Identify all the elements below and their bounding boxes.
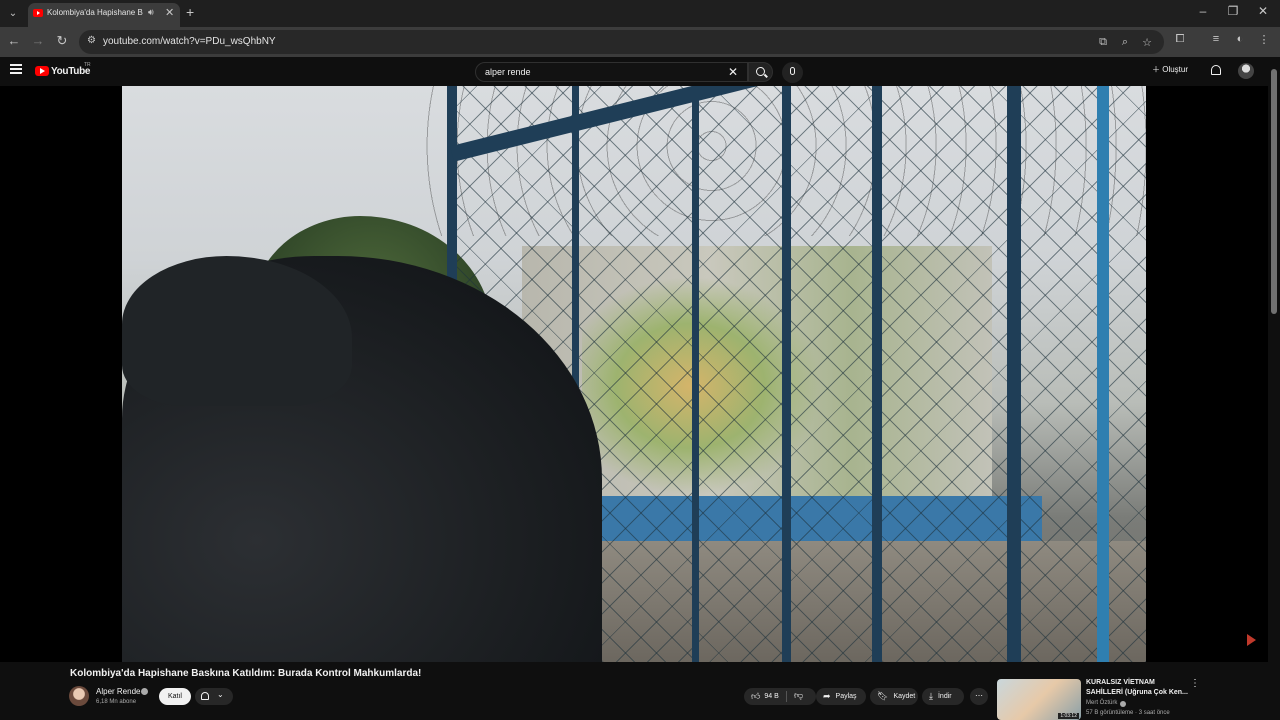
media-controls-icon[interactable]: ≡: [1208, 33, 1224, 45]
bookmark-icon: 🔖︎: [877, 691, 889, 701]
back-icon[interactable]: ←: [5, 33, 23, 48]
divider: [786, 691, 787, 702]
tab-title: Kolombiya'da Hapishane Ba: [47, 8, 143, 17]
zoom-icon[interactable]: ⌕: [1117, 36, 1133, 49]
more-actions-button[interactable]: ⋯: [970, 688, 988, 705]
profile-icon[interactable]: ◐: [1232, 33, 1248, 45]
microphone-icon: [790, 67, 795, 75]
download-button[interactable]: ⤓ İndir: [922, 688, 964, 705]
recommended-video-meta: 57 B görüntüleme · 3 saat önce: [1086, 710, 1170, 716]
country-code: TR: [84, 62, 91, 68]
scrollbar-thumb[interactable]: [1271, 69, 1277, 314]
youtube-play-icon: [1247, 634, 1256, 646]
video-player[interactable]: [122, 86, 1146, 662]
search-icon: [756, 67, 765, 76]
fence-post: [1097, 86, 1109, 662]
create-button[interactable]: ＋ Oluştur: [1152, 64, 1188, 75]
extensions-icon[interactable]: ⧠: [1172, 33, 1188, 46]
channel-avatar[interactable]: [69, 686, 89, 706]
chevron-down-icon: ⌄: [217, 690, 224, 699]
recommended-video-title[interactable]: KURALSIZ VİETNAM SAHİLLERİ (Uğruna Çok K…: [1086, 678, 1188, 698]
voice-search-button[interactable]: [782, 62, 803, 83]
more-options-icon[interactable]: ⋮: [1190, 678, 1200, 689]
fence-post: [1007, 86, 1021, 662]
share-label: Paylaş: [835, 693, 857, 700]
browser-toolbar: ← → ↻ ⚙ youtube.com/watch?v=PDu_wsQhbNY …: [0, 27, 1280, 57]
verified-badge-icon: [1120, 701, 1126, 707]
save-label: Kaydet: [893, 693, 916, 700]
video-frame: [0, 86, 1268, 662]
reload-icon[interactable]: ↻: [53, 33, 71, 49]
verified-badge-icon: [141, 688, 148, 695]
new-tab-button[interactable]: +: [186, 4, 194, 20]
fence-post: [872, 86, 882, 662]
forward-icon[interactable]: →: [29, 33, 47, 48]
tab-search-button[interactable]: ⌄: [4, 4, 22, 22]
fence-post: [782, 86, 791, 662]
download-label: İndir: [937, 693, 952, 700]
install-app-icon[interactable]: ⧉: [1095, 36, 1111, 49]
site-info-icon[interactable]: ⚙: [87, 35, 96, 46]
search-button[interactable]: [748, 62, 773, 82]
channel-name[interactable]: Alper Rende: [96, 687, 140, 696]
page-scrollbar[interactable]: [1269, 57, 1280, 720]
fence-post: [692, 86, 699, 662]
like-count[interactable]: 94 B: [764, 693, 778, 700]
speaker-icon[interactable]: 🔊︎: [148, 7, 154, 18]
join-button[interactable]: Katıl: [159, 688, 191, 705]
restore-icon[interactable]: ❐: [1223, 4, 1243, 18]
search-input[interactable]: alper rende ✕: [475, 62, 748, 82]
recommended-video-thumbnail[interactable]: 1:03:12: [997, 679, 1081, 720]
like-dislike-group: 👍︎ 94 B 👎︎: [744, 688, 816, 705]
notifications-bell-icon[interactable]: [1211, 65, 1221, 75]
account-avatar[interactable]: [1238, 63, 1254, 79]
search-query-text[interactable]: alper rende: [485, 67, 531, 77]
share-button[interactable]: ➦ Paylaş: [816, 688, 866, 705]
bell-icon: [201, 692, 209, 700]
create-label: Oluştur: [1162, 65, 1189, 74]
youtube-masthead: YouTube TR alper rende ✕ ＋ Oluştur: [0, 57, 1280, 86]
thumbs-down-icon[interactable]: 👎︎: [794, 690, 803, 701]
video-title: Kolombiya'da Hapishane Baskına Katıldım:…: [70, 668, 422, 679]
hamburger-menu-icon[interactable]: [10, 64, 22, 74]
video-duration: 1:03:12: [1058, 713, 1079, 719]
save-button[interactable]: 🔖︎ Kaydet: [870, 688, 918, 705]
close-window-icon[interactable]: ✕: [1253, 4, 1273, 18]
share-icon: ➦: [823, 691, 831, 701]
download-icon: ⤓: [929, 691, 933, 701]
recommended-channel-name[interactable]: Mert Öztürk: [1086, 700, 1117, 706]
url-text[interactable]: youtube.com/watch?v=PDu_wsQhbNY: [103, 36, 276, 47]
browser-tab-active[interactable]: Kolombiya'da Hapishane Ba 🔊︎ ✕: [28, 3, 180, 27]
address-bar[interactable]: ⚙ youtube.com/watch?v=PDu_wsQhbNY ⧉ ⌕ ☆: [79, 30, 1164, 54]
close-icon[interactable]: ✕: [165, 6, 174, 19]
thumbs-up-icon[interactable]: 👍︎: [751, 691, 760, 702]
youtube-favicon-icon: [33, 9, 43, 17]
bookmark-star-icon[interactable]: ☆: [1139, 36, 1155, 49]
subscribed-notification-button[interactable]: ⌄: [195, 688, 233, 705]
browser-tab-strip: ⌄ Kolombiya'da Hapishane Ba 🔊︎ ✕ + – ❐ ✕: [0, 0, 1280, 27]
clear-search-icon[interactable]: ✕: [728, 65, 738, 79]
minimize-icon[interactable]: –: [1193, 4, 1213, 18]
youtube-logo-icon[interactable]: [35, 66, 49, 76]
subscriber-count: 6,18 Mn abone: [96, 699, 137, 705]
browser-menu-icon[interactable]: ⋮: [1256, 33, 1272, 46]
